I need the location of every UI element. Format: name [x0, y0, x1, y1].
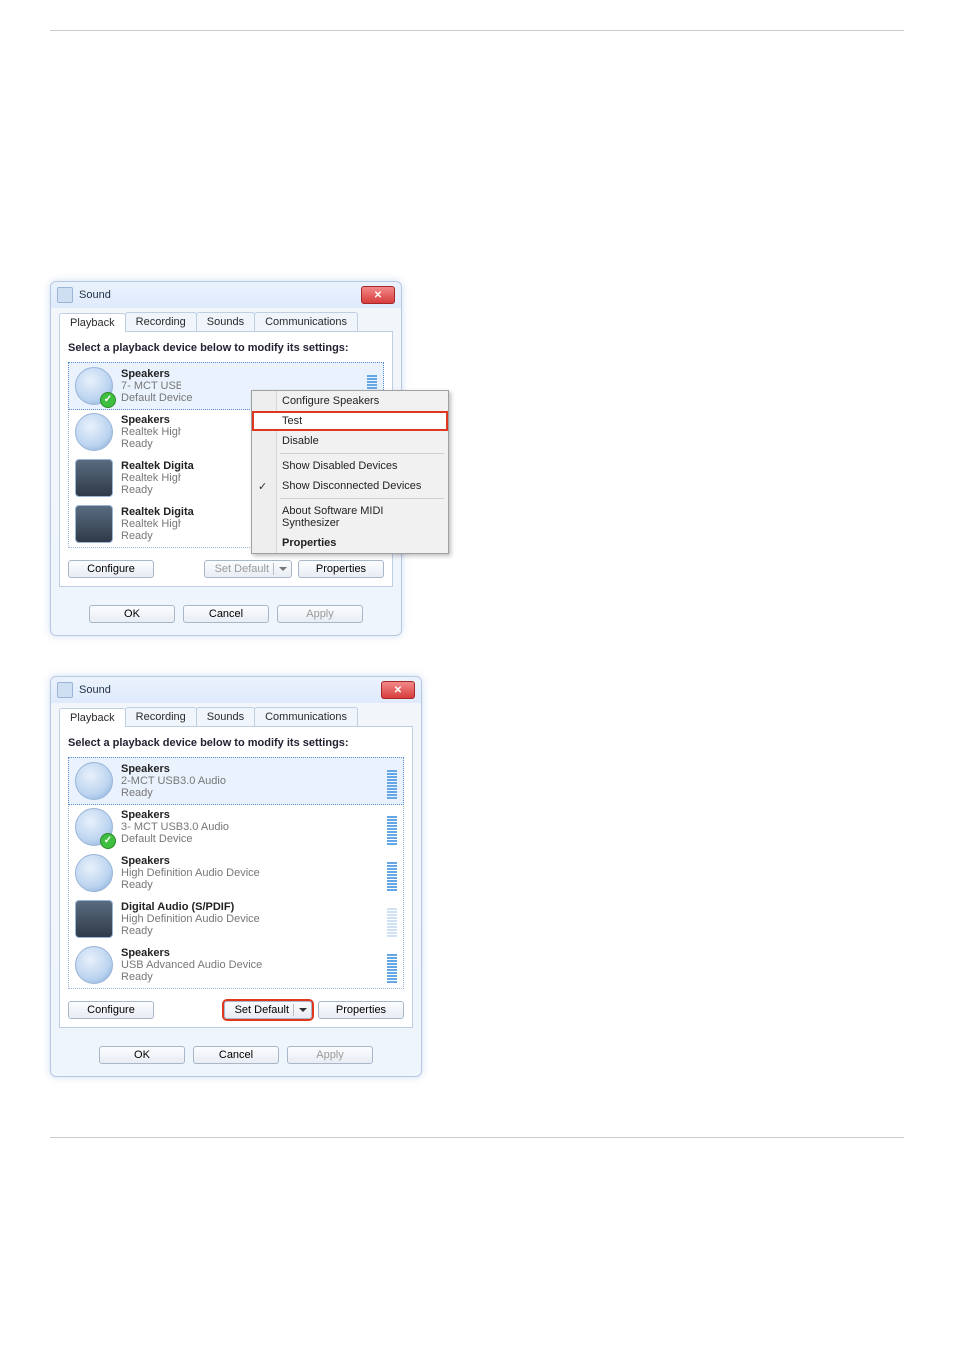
ctx-separator — [280, 498, 444, 499]
close-icon: ✕ — [374, 290, 382, 301]
device-desc: High Definition Audio Device — [121, 913, 379, 925]
tab-sounds[interactable]: Sounds — [196, 312, 255, 331]
tabs: Playback Recording Sounds Communications — [59, 312, 393, 332]
apply-button[interactable]: Apply — [287, 1046, 373, 1064]
device-status: Ready — [121, 787, 379, 799]
titlebar[interactable]: Sound ✕ — [51, 677, 421, 703]
device-desc: High Definition Audio Device — [121, 867, 379, 879]
device-desc: Realtek High — [121, 518, 181, 530]
device-name: Speakers — [121, 855, 379, 867]
device-desc: 3- MCT USB3.0 Audio — [121, 821, 379, 833]
prompt-text: Select a playback device below to modify… — [68, 737, 404, 749]
chevron-down-icon[interactable] — [273, 563, 287, 575]
device-name: Speakers — [121, 809, 379, 821]
device-desc: Realtek High — [121, 426, 181, 438]
device-name: Speakers — [121, 763, 379, 775]
ctx-about-midi[interactable]: About Software MIDI Synthesizer — [252, 501, 448, 533]
level-meter — [387, 901, 397, 937]
set-default-label: Set Default — [235, 1004, 289, 1016]
tab-communications[interactable]: Communications — [254, 312, 358, 331]
ctx-show-disconnected-label: Show Disconnected Devices — [282, 480, 421, 492]
level-meter — [387, 855, 397, 891]
tab-communications[interactable]: Communications — [254, 707, 358, 726]
device-item[interactable]: Speakers High Definition Audio Device Re… — [69, 850, 403, 896]
device-name: Speakers — [121, 368, 359, 380]
ctx-show-disconnected[interactable]: ✓ Show Disconnected Devices — [252, 476, 448, 496]
close-icon: ✕ — [394, 685, 402, 696]
sound-dialog-2: Sound ✕ Playback Recording Sounds Commun… — [50, 676, 422, 1077]
spdif-icon — [75, 459, 113, 497]
spdif-icon — [75, 900, 113, 938]
configure-button[interactable]: Configure — [68, 560, 154, 578]
set-default-button[interactable]: Set Default — [204, 560, 292, 578]
cancel-button[interactable]: Cancel — [193, 1046, 279, 1064]
ctx-test[interactable]: Test — [252, 411, 448, 431]
button-row: Configure Set Default Properties — [68, 560, 384, 578]
set-default-label: Set Default — [215, 563, 269, 575]
dialog-buttons: OK Cancel Apply — [51, 1038, 421, 1076]
tab-body: Select a playback device below to modify… — [59, 727, 413, 1028]
ok-button[interactable]: OK — [89, 605, 175, 623]
tabs: Playback Recording Sounds Communications — [59, 707, 413, 727]
spdif-icon — [75, 505, 113, 543]
ctx-properties[interactable]: Properties — [252, 533, 448, 553]
speaker-icon — [75, 946, 113, 984]
window-title: Sound — [79, 684, 111, 696]
speaker-icon: ✓ — [75, 367, 113, 405]
device-status: Ready — [121, 879, 379, 891]
button-row: Configure Set Default Properties — [68, 1001, 404, 1019]
default-check-icon: ✓ — [100, 392, 116, 408]
level-meter — [387, 809, 397, 845]
device-item[interactable]: Digital Audio (S/PDIF) High Definition A… — [69, 896, 403, 942]
ok-button[interactable]: OK — [99, 1046, 185, 1064]
close-button[interactable]: ✕ — [361, 286, 395, 304]
sound-icon — [57, 682, 73, 698]
speaker-icon — [75, 762, 113, 800]
device-desc: Realtek High — [121, 472, 181, 484]
properties-button[interactable]: Properties — [318, 1001, 404, 1019]
titlebar[interactable]: Sound ✕ — [51, 282, 401, 308]
ctx-disable[interactable]: Disable — [252, 431, 448, 451]
device-desc: USB Advanced Audio Device — [121, 959, 379, 971]
device-desc: 7- MCT USB3.0 Audio — [121, 380, 181, 392]
chevron-down-icon[interactable] — [293, 1004, 307, 1016]
level-meter — [387, 763, 397, 799]
tab-playback[interactable]: Playback — [59, 708, 126, 727]
level-meter — [387, 947, 397, 983]
ctx-configure-speakers[interactable]: Configure Speakers — [252, 391, 448, 411]
device-status: Ready — [121, 925, 379, 937]
sound-dialog-1: Sound ✕ Playback Recording Sounds Commun… — [50, 281, 402, 636]
context-menu: Configure Speakers Test Disable Show Dis… — [251, 390, 449, 554]
window-title: Sound — [79, 289, 111, 301]
check-icon: ✓ — [258, 480, 267, 493]
set-default-button[interactable]: Set Default — [224, 1001, 312, 1019]
speaker-icon — [75, 413, 113, 451]
device-name: Digital Audio (S/PDIF) — [121, 901, 379, 913]
prompt-text: Select a playback device below to modify… — [68, 342, 384, 354]
speaker-icon: ✓ — [75, 808, 113, 846]
device-item[interactable]: Speakers 2-MCT USB3.0 Audio Ready — [68, 757, 404, 805]
device-item[interactable]: ✓ Speakers 3- MCT USB3.0 Audio Default D… — [69, 804, 403, 850]
speaker-icon — [75, 854, 113, 892]
device-item[interactable]: Speakers USB Advanced Audio Device Ready — [69, 942, 403, 988]
ctx-separator — [280, 453, 444, 454]
tab-recording[interactable]: Recording — [125, 707, 197, 726]
tab-sounds[interactable]: Sounds — [196, 707, 255, 726]
device-list: Speakers 2-MCT USB3.0 Audio Ready ✓ Spea… — [68, 757, 404, 989]
cancel-button[interactable]: Cancel — [183, 605, 269, 623]
default-check-icon: ✓ — [100, 833, 116, 849]
properties-button[interactable]: Properties — [298, 560, 384, 578]
apply-button[interactable]: Apply — [277, 605, 363, 623]
configure-button[interactable]: Configure — [68, 1001, 154, 1019]
dialog-buttons: OK Cancel Apply — [51, 597, 401, 635]
device-status: Default Device — [121, 833, 379, 845]
device-status: Ready — [121, 971, 379, 983]
sound-icon — [57, 287, 73, 303]
close-button[interactable]: ✕ — [381, 681, 415, 699]
ctx-show-disabled[interactable]: Show Disabled Devices — [252, 456, 448, 476]
tab-recording[interactable]: Recording — [125, 312, 197, 331]
device-desc: 2-MCT USB3.0 Audio — [121, 775, 379, 787]
tab-playback[interactable]: Playback — [59, 313, 126, 332]
device-name: Speakers — [121, 947, 379, 959]
